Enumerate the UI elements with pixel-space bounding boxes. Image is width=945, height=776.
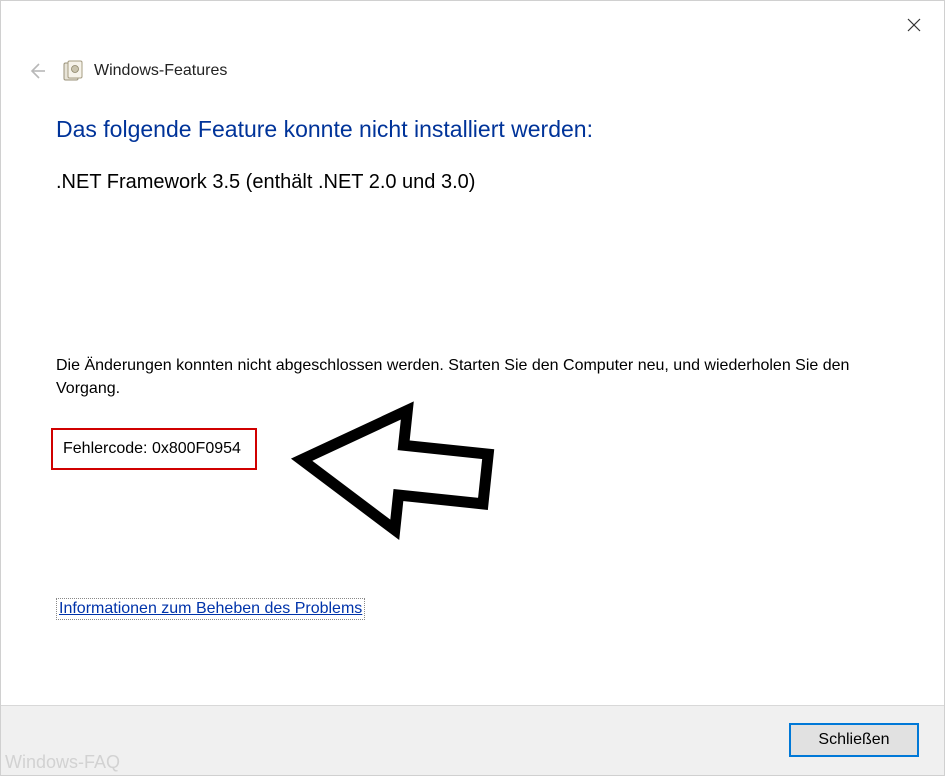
error-code-value: 0x800F0954 <box>152 440 241 457</box>
back-arrow-icon <box>27 61 47 81</box>
error-heading: Das folgende Feature konnte nicht instal… <box>56 116 889 143</box>
header-row: Windows-Features <box>26 56 919 86</box>
error-description: Die Änderungen konnten nicht abgeschloss… <box>56 354 886 400</box>
titlebar <box>1 1 944 45</box>
back-button <box>26 60 48 82</box>
close-button[interactable]: Schließen <box>789 723 919 757</box>
window-close-button[interactable] <box>894 9 934 41</box>
content-area: Das folgende Feature konnte nicht instal… <box>56 116 889 690</box>
help-link[interactable]: Informationen zum Beheben des Problems <box>56 598 365 620</box>
feature-name: .NET Framework 3.5 (enthält .NET 2.0 und… <box>56 171 889 194</box>
error-code-label: Fehlercode: <box>63 440 148 457</box>
header-title: Windows-Features <box>94 62 227 80</box>
windows-features-icon <box>62 60 84 82</box>
error-code-box: Fehlercode: 0x800F0954 <box>51 428 257 470</box>
footer-bar: Schließen <box>1 705 944 775</box>
close-icon <box>907 18 921 32</box>
dialog-window: Windows-Features Das folgende Feature ko… <box>0 0 945 776</box>
